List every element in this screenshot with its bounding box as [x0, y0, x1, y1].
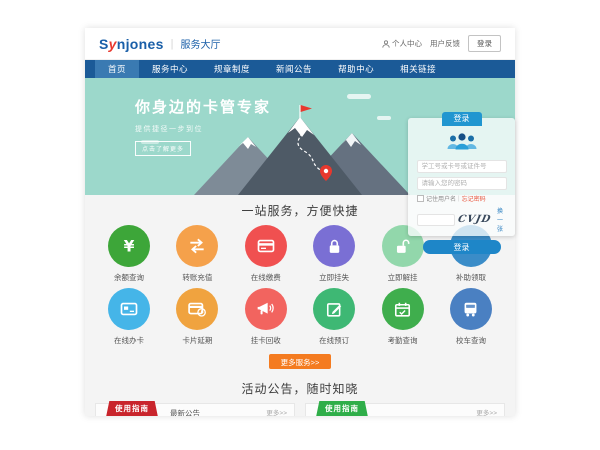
hero-cta-button[interactable]: 点击了解更多: [135, 141, 191, 156]
services-row-2: 在线办卡 卡片延期: [85, 288, 515, 346]
service-label: 在线办卡: [105, 335, 153, 346]
nav-item-links[interactable]: 相关链接: [387, 60, 449, 78]
captcha-refresh-link[interactable]: 换一张: [494, 206, 506, 233]
megaphone-icon: [256, 299, 276, 319]
cloud-decoration: [347, 94, 371, 99]
brand-accent-letter: y: [109, 36, 117, 52]
forgot-password-link[interactable]: 忘记密码: [462, 194, 486, 203]
usage-guide-ribbon-red[interactable]: 使用指南: [105, 401, 159, 416]
service-label: 挂卡回收: [242, 335, 290, 346]
service-label: 在线缴费: [242, 272, 290, 283]
service-tile-payment[interactable]: 在线缴费: [242, 225, 290, 283]
personal-center-label: 个人中心: [392, 38, 422, 49]
options-separator: |: [458, 196, 460, 202]
service-label: 立即挂失: [310, 272, 358, 283]
hero-banner: 你身边的卡管专家 提供捷径一步到位 点击了解更多 登录: [85, 78, 515, 195]
hero-subtitle: 提供捷径一步到位: [135, 124, 271, 134]
more-link-right[interactable]: 更多>>: [476, 404, 497, 416]
captcha-input[interactable]: [417, 214, 455, 226]
user-feedback-link[interactable]: 用户反馈: [430, 38, 460, 49]
remember-label: 记住用户名: [426, 194, 456, 203]
yen-icon: ¥: [118, 235, 140, 257]
service-tile-new-card[interactable]: 在线办卡: [105, 288, 153, 346]
login-tab[interactable]: 登录: [442, 112, 482, 126]
login-panel: 登录 记住用户名 | 忘记密码 CVJD 换一张 登: [408, 118, 515, 236]
captcha-row: CVJD 换一张: [417, 206, 506, 233]
announcements-section-title: 活动公告，随时知晓: [85, 373, 515, 397]
bus-icon: [461, 300, 480, 319]
nav-item-rules[interactable]: 规章制度: [201, 60, 263, 78]
service-tile-booking[interactable]: 在线预订: [310, 288, 358, 346]
header-login-button[interactable]: 登录: [468, 35, 501, 52]
service-label: 考勤查询: [379, 335, 427, 346]
bank-card-icon: [256, 236, 276, 256]
service-tile-school-bus[interactable]: 校车查询: [447, 288, 495, 346]
user-feedback-label: 用户反馈: [430, 38, 460, 49]
captcha-image[interactable]: CVJD: [457, 214, 492, 225]
password-input[interactable]: [417, 177, 507, 190]
edit-icon: [325, 300, 344, 319]
service-tile-transfer[interactable]: 转账充值: [173, 225, 221, 283]
nav-item-help[interactable]: 帮助中心: [325, 60, 387, 78]
service-label: 立即解挂: [379, 272, 427, 283]
service-label: 转账充值: [173, 272, 221, 283]
announcement-panel-right: 使用指南 更多>>: [305, 403, 505, 416]
unlock-icon: [393, 237, 412, 256]
hero-title: 你身边的卡管专家: [135, 96, 271, 117]
calendar-icon: [393, 300, 412, 319]
personal-center-link[interactable]: 个人中心: [382, 38, 422, 49]
service-tile-attendance[interactable]: 考勤查询: [379, 288, 427, 346]
person-icon: [382, 40, 390, 48]
nav-item-service-center[interactable]: 服务中心: [139, 60, 201, 78]
transfer-arrows-icon: [187, 236, 207, 256]
brand-logo-text: Synjones: [99, 36, 164, 52]
service-label: 校车查询: [447, 335, 495, 346]
latest-announcements-tab[interactable]: 最新公告: [170, 404, 200, 416]
website-page: Synjones | 服务大厅 个人中心 用户反馈 登录 首页 服务中心 规章制…: [85, 28, 515, 416]
header-utility-links: 个人中心 用户反馈 登录: [382, 35, 501, 52]
card-clock-icon: [187, 299, 207, 319]
usage-guide-ribbon-green[interactable]: 使用指南: [315, 401, 369, 416]
users-group-icon: [444, 131, 480, 151]
nav-item-home[interactable]: 首页: [95, 60, 139, 78]
service-label: 在线预订: [310, 335, 358, 346]
login-submit-button[interactable]: 登录: [423, 240, 501, 254]
announcement-panel-left: 使用指南 最新公告 更多>>: [95, 403, 295, 416]
remember-checkbox[interactable]: [417, 195, 424, 202]
username-input[interactable]: [417, 160, 507, 173]
brand-logo[interactable]: Synjones | 服务大厅: [99, 36, 221, 52]
main-nav: 首页 服务中心 规章制度 新闻公告 帮助中心 相关链接: [85, 60, 515, 78]
announcement-panels: 使用指南 最新公告 更多>> 使用指南 更多>>: [85, 403, 515, 416]
nav-item-news[interactable]: 新闻公告: [263, 60, 325, 78]
service-label: 卡片延期: [173, 335, 221, 346]
portal-name: 服务大厅: [181, 36, 221, 51]
more-services-button[interactable]: 更多服务>>: [269, 354, 331, 369]
service-tile-card-extension[interactable]: 卡片延期: [173, 288, 221, 346]
service-label: 余额查询: [105, 272, 153, 283]
lock-icon: [325, 237, 344, 256]
service-label: 补助领取: [447, 272, 495, 283]
more-link-left[interactable]: 更多>>: [266, 404, 287, 416]
svg-text:¥: ¥: [124, 238, 135, 256]
service-tile-report-loss[interactable]: 立即挂失: [310, 225, 358, 283]
service-tile-balance[interactable]: ¥ 余额查询: [105, 225, 153, 283]
service-tile-card-recovery[interactable]: 挂卡回收: [242, 288, 290, 346]
new-card-icon: [119, 299, 139, 319]
logo-divider: |: [171, 38, 174, 50]
hero-copy: 你身边的卡管专家 提供捷径一步到位 点击了解更多: [135, 96, 271, 156]
login-options: 记住用户名 | 忘记密码: [417, 194, 506, 203]
site-header: Synjones | 服务大厅 个人中心 用户反馈 登录: [85, 28, 515, 60]
